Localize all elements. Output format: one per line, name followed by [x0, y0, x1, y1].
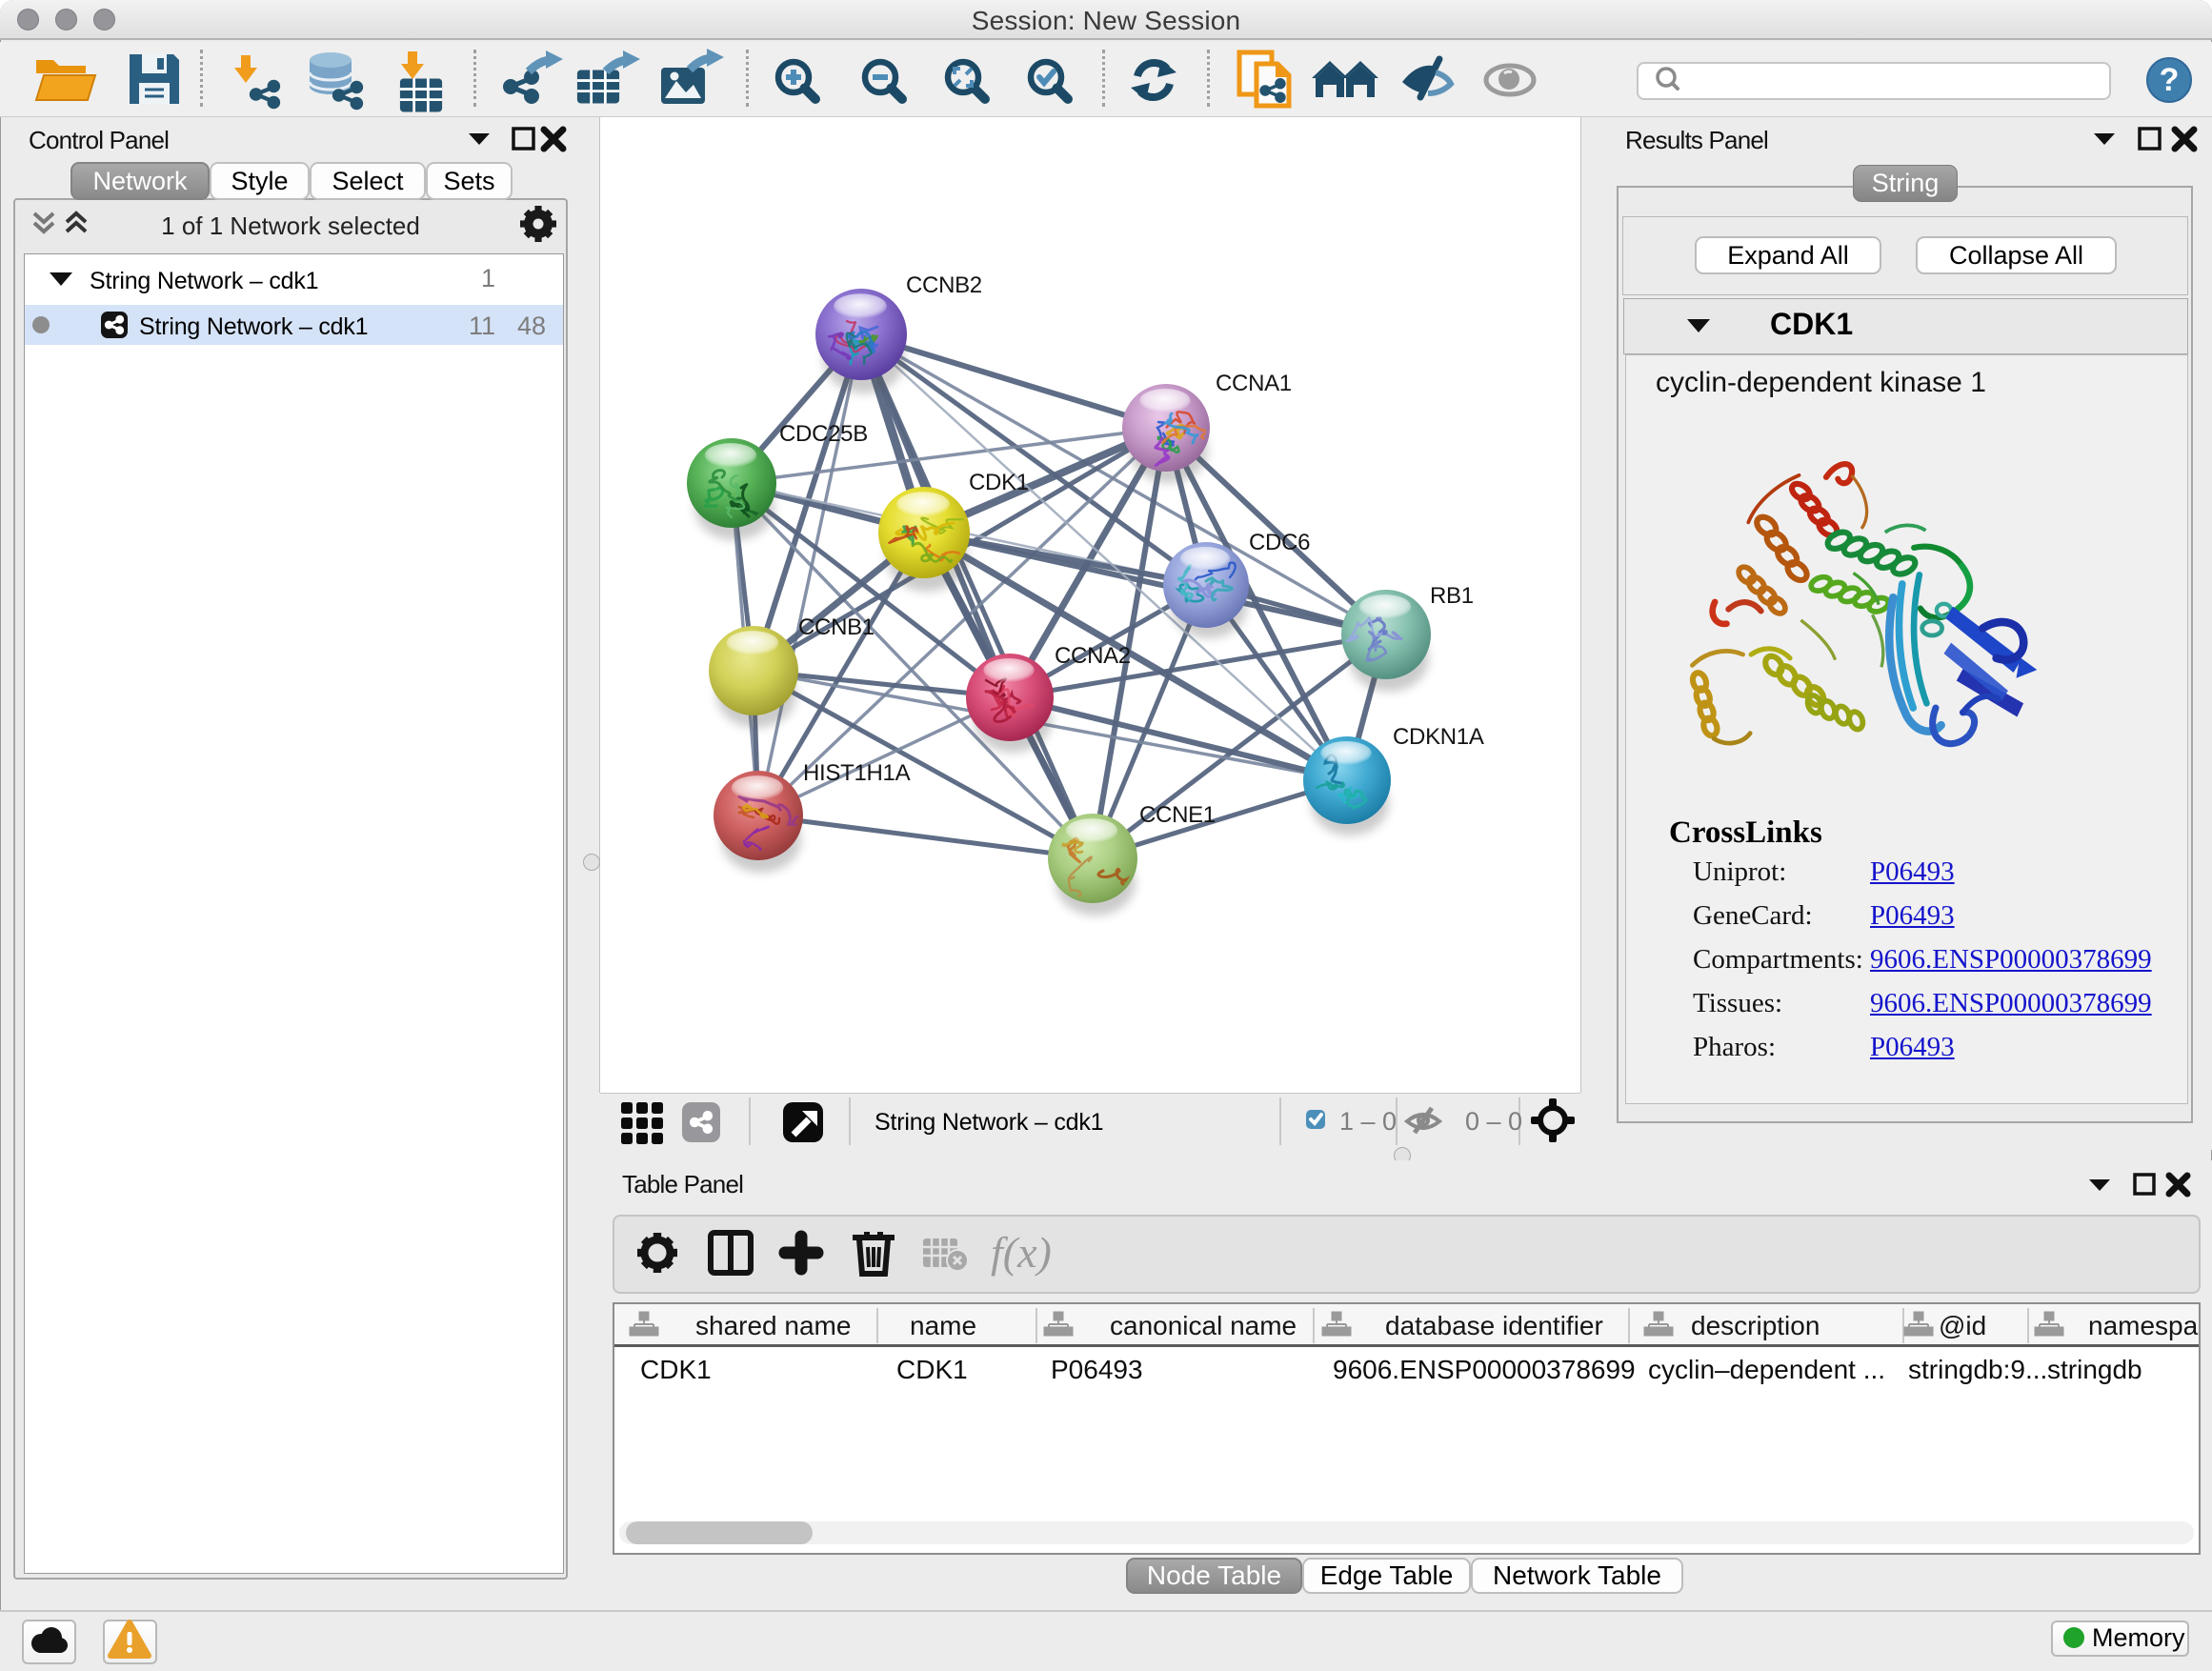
svg-text:CCNE1: CCNE1: [1139, 802, 1216, 828]
svg-text:CDC6: CDC6: [1249, 530, 1310, 555]
svg-text:?: ?: [2160, 62, 2180, 98]
svg-text:CCNA1: CCNA1: [1216, 371, 1292, 396]
svg-text:CCNA2: CCNA2: [1055, 643, 1131, 669]
svg-text:CCNB2: CCNB2: [906, 272, 982, 298]
svg-text:CDKN1A: CDKN1A: [1393, 724, 1484, 750]
svg-text:CDC25B: CDC25B: [779, 421, 868, 447]
svg-text:CDK1: CDK1: [969, 470, 1029, 495]
svg-text:RB1: RB1: [1430, 583, 1474, 609]
svg-text:HIST1H1A: HIST1H1A: [803, 760, 911, 786]
svg-text:CCNB1: CCNB1: [798, 614, 875, 640]
svg-text:f(x): f(x): [991, 1228, 1052, 1277]
